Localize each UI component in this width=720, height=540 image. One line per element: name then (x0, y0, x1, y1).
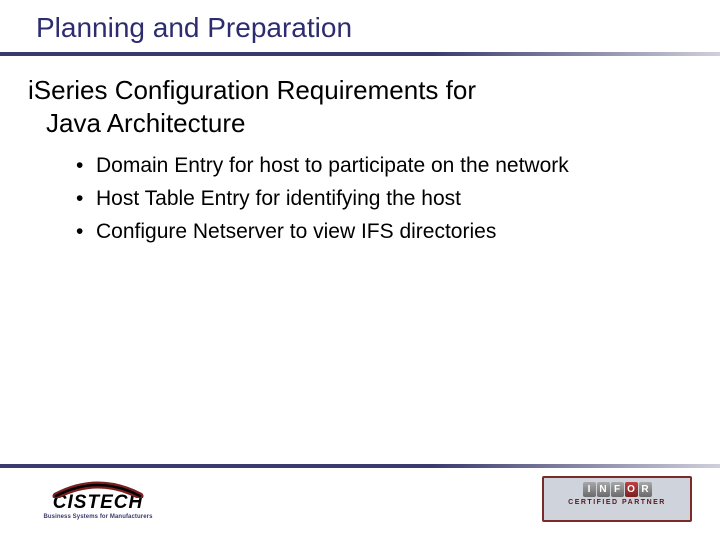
subtitle-line-1: iSeries Configuration Requirements for (28, 75, 476, 105)
infor-letter: N (597, 482, 610, 497)
bullet-list: Domain Entry for host to participate on … (28, 153, 684, 246)
infor-letter: R (639, 482, 652, 497)
cistech-logo: CISTECH Business Systems for Manufacture… (28, 480, 168, 528)
title-divider (0, 52, 720, 56)
infor-lettermark: I N F O R (583, 482, 652, 497)
infor-letter: I (583, 482, 596, 497)
infor-partner-text: CERTIFIED PARTNER (568, 499, 666, 506)
bullet-item: Domain Entry for host to participate on … (76, 153, 684, 180)
infor-letter: F (611, 482, 624, 497)
slide-title: Planning and Preparation (0, 0, 720, 52)
footer-divider (0, 464, 720, 468)
bullet-item: Host Table Entry for identifying the hos… (76, 186, 684, 213)
subtitle: iSeries Configuration Requirements for J… (28, 74, 684, 139)
bullet-item: Configure Netserver to view IFS director… (76, 219, 684, 246)
subtitle-line-2: Java Architecture (28, 108, 245, 138)
cistech-arc-icon (48, 480, 148, 498)
infor-letter: O (625, 482, 638, 497)
content-area: iSeries Configuration Requirements for J… (0, 74, 720, 246)
cistech-tagline: Business Systems for Manufacturers (43, 514, 152, 520)
infor-logo: I N F O R CERTIFIED PARTNER (542, 476, 692, 526)
